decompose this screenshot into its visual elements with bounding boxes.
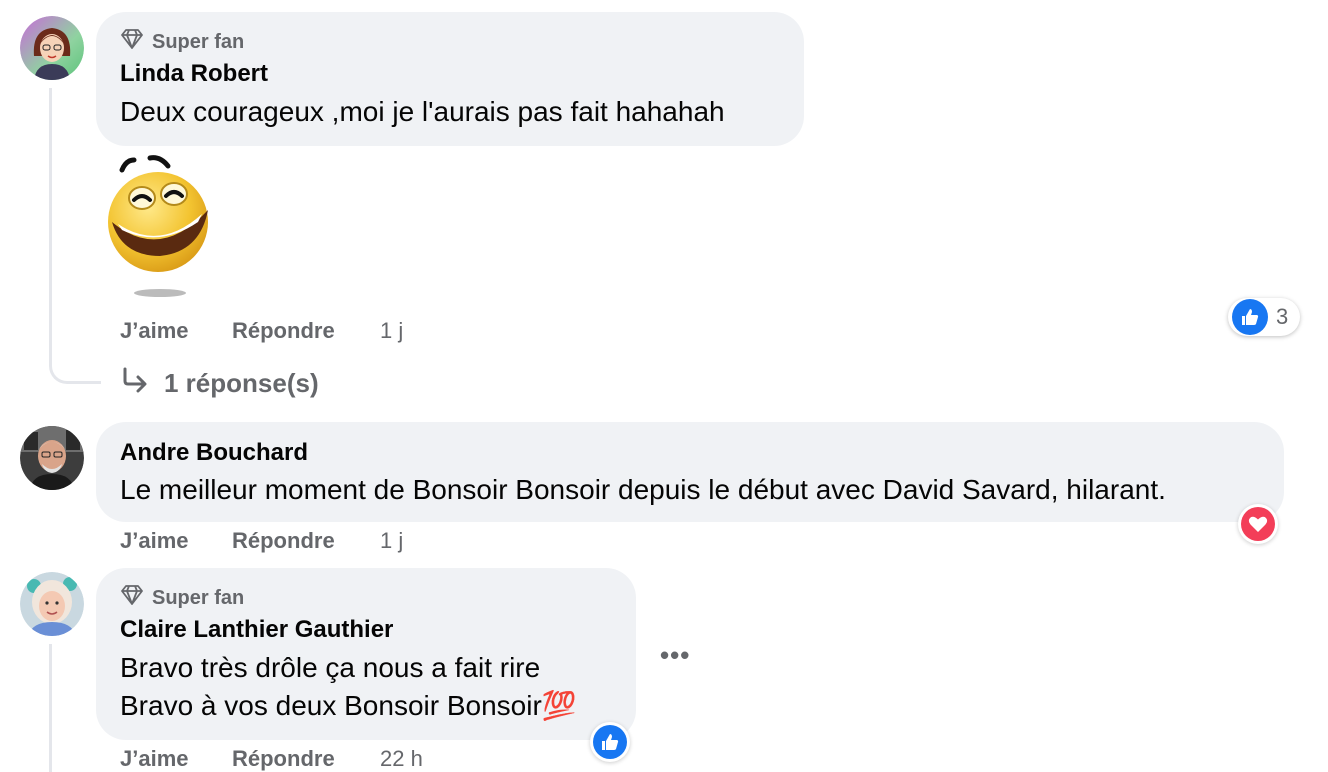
comment-timestamp[interactable]: 1 j: [380, 318, 403, 344]
like-reaction[interactable]: [590, 722, 630, 762]
like-reaction-icon: [593, 725, 627, 759]
comment-text-line-2: Bravo à vos deux Bonsoir Bonsoir💯: [120, 690, 577, 721]
like-button[interactable]: J’aime: [120, 746, 189, 772]
reply-button[interactable]: Répondre: [232, 746, 335, 772]
super-fan-badge: Super fan: [120, 28, 244, 56]
comment-bubble: Andre Bouchard Le meilleur moment de Bon…: [96, 422, 1284, 522]
diamond-icon: [120, 584, 144, 612]
laughing-smiley-sticker[interactable]: [104, 152, 214, 302]
view-replies-link[interactable]: 1 réponse(s): [120, 366, 319, 401]
reply-arrow-icon: [120, 366, 150, 401]
badge-label: Super fan: [152, 30, 245, 53]
diamond-icon: [120, 28, 144, 56]
comment-timestamp[interactable]: 22 h: [380, 746, 423, 772]
author-name[interactable]: Andre Bouchard: [120, 439, 308, 467]
heart-icon: [1241, 507, 1275, 541]
reply-button[interactable]: Répondre: [232, 318, 335, 344]
reaction-count: 3: [1276, 304, 1289, 329]
avatar-linda-robert[interactable]: [20, 16, 84, 80]
super-fan-badge: Super fan: [120, 584, 244, 612]
author-name[interactable]: Linda Robert: [120, 60, 268, 88]
avatar-claire-lanthier-gauthier[interactable]: [20, 572, 84, 636]
comment-bubble: Super fan Linda Robert Deux courageux ,m…: [96, 12, 804, 146]
comment-timestamp[interactable]: 1 j: [380, 528, 403, 554]
thread-line: [49, 88, 52, 350]
reaction-summary[interactable]: 3: [1228, 298, 1300, 336]
thread-connector: [49, 340, 101, 384]
like-button[interactable]: J’aime: [120, 318, 189, 344]
like-reaction-icon: [1232, 299, 1268, 335]
comment-text: Le meilleur moment de Bonsoir Bonsoir de…: [120, 474, 1166, 505]
replies-count-label: 1 réponse(s): [164, 368, 319, 398]
love-reaction[interactable]: [1238, 504, 1278, 544]
thread-line: [49, 644, 52, 772]
comment-bubble: Super fan Claire Lanthier Gauthier Bravo…: [96, 568, 636, 740]
comment-text-line-1: Bravo très drôle ça nous a fait rire: [120, 652, 541, 683]
reply-button[interactable]: Répondre: [232, 528, 335, 554]
more-options-button[interactable]: •••: [660, 640, 690, 671]
comment-text: Deux courageux ,moi je l'aurais pas fait…: [120, 96, 725, 127]
author-name[interactable]: Claire Lanthier Gauthier: [120, 616, 393, 644]
avatar-andre-bouchard[interactable]: [20, 426, 84, 490]
badge-label: Super fan: [152, 586, 245, 609]
like-button[interactable]: J’aime: [120, 528, 189, 554]
